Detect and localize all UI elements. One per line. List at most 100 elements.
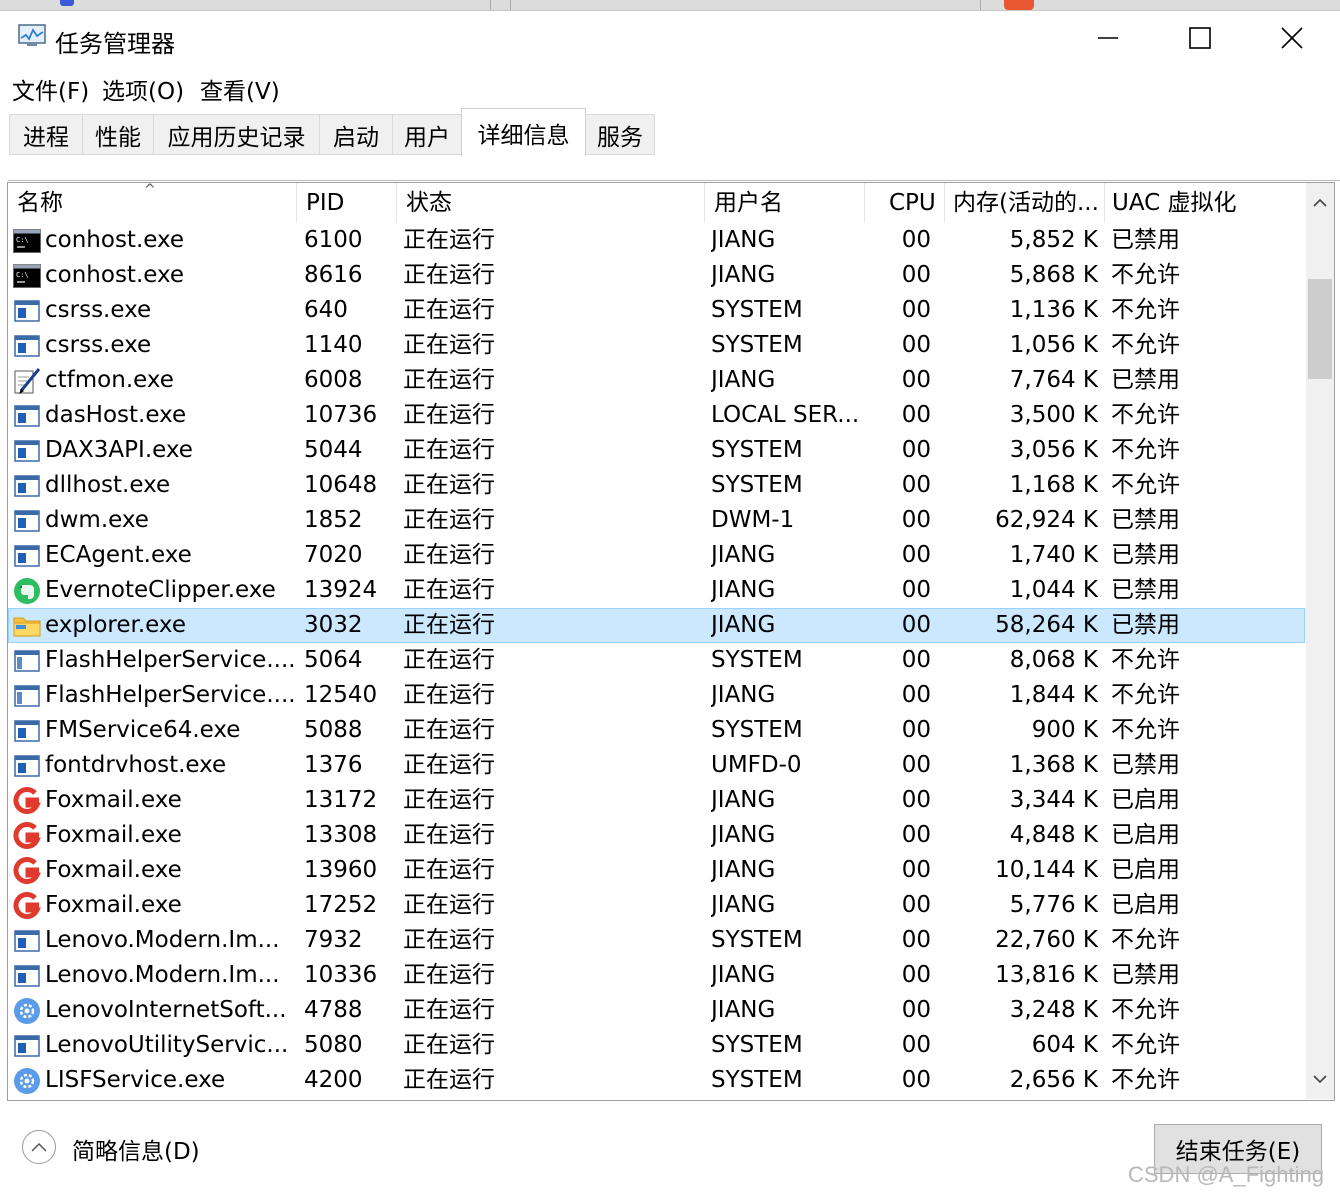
menu-file[interactable]: 文件(F) <box>12 72 89 106</box>
table-row[interactable]: FlashHelperService.... 12540 正在运行 JIANG 00 1,… <box>8 678 1305 713</box>
menu-options[interactable]: 选项(O) <box>102 72 184 106</box>
table-row[interactable]: Foxmail.exe 13960 正在运行 JIANG 00 10,144 K 已启用 <box>8 853 1305 888</box>
table-row[interactable]: C:\ conhost.exe 6100 正在运行 JIANG 00 5,852 K 已禁用 <box>8 223 1305 258</box>
table-row[interactable]: LenovoUtilityServic... 5080 正在运行 SYSTEM 00 60… <box>8 1028 1305 1063</box>
process-status: 正在运行 <box>403 402 495 428</box>
process-pid: 4788 <box>304 997 363 1023</box>
process-uac: 已启用 <box>1111 787 1180 813</box>
minimize-button[interactable] <box>1062 10 1154 66</box>
table-row[interactable]: csrss.exe 640 正在运行 SYSTEM 00 1,136 K 不允许 <box>8 293 1305 328</box>
process-username: JIANG <box>711 367 776 393</box>
table-row[interactable]: FlashHelperService.... 5064 正在运行 SYSTEM 00 8,… <box>8 643 1305 678</box>
scroll-up-button[interactable] <box>1306 183 1334 223</box>
console-icon: C:\ <box>12 261 42 290</box>
table-row[interactable]: FMService64.exe 5088 正在运行 SYSTEM 00 900 K 不允许 <box>8 713 1305 748</box>
process-uac: 不允许 <box>1111 647 1180 673</box>
foxmail-icon <box>12 891 42 920</box>
chevron-up-icon <box>31 1142 47 1152</box>
process-memory: 5,868 K <box>1009 262 1098 288</box>
scroll-down-button[interactable] <box>1306 1059 1334 1099</box>
process-pid: 640 <box>304 297 348 323</box>
tab-details[interactable]: 详细信息 <box>461 108 586 156</box>
table-row[interactable]: EvernoteClipper.exe 13924 正在运行 JIANG 00 1,044… <box>8 573 1305 608</box>
column-header-username[interactable]: 用户名 <box>705 183 865 223</box>
column-header-uac[interactable]: UAC 虚拟化 <box>1105 183 1305 223</box>
process-name: conhost.exe <box>45 262 185 288</box>
column-header-cpu[interactable]: CPU <box>865 183 945 223</box>
scrollbar-thumb[interactable] <box>1308 279 1332 379</box>
column-header-status[interactable]: 状态 <box>397 183 705 223</box>
table-row[interactable]: Foxmail.exe 17252 正在运行 JIANG 00 5,776 K 已启用 <box>8 888 1305 923</box>
process-status: 正在运行 <box>403 297 495 323</box>
tab-app-history[interactable]: 应用历史记录 <box>153 114 320 155</box>
menu-view[interactable]: 查看(V) <box>200 72 280 106</box>
details-table: 名称 ^ PID 状态 用户名 CPU 内存(活动的... UAC 虚拟化 C:… <box>7 182 1335 1101</box>
close-button[interactable] <box>1246 10 1338 66</box>
table-row[interactable]: explorer.exe 3032 正在运行 JIANG 00 58,264 K 已禁用 <box>8 608 1305 643</box>
process-username: UMFD-0 <box>711 752 802 778</box>
process-username: JIANG <box>711 997 776 1023</box>
process-username: SYSTEM <box>711 717 803 743</box>
table-row[interactable]: C:\ conhost.exe 8616 正在运行 JIANG 00 5,868 K 不允许 <box>8 258 1305 293</box>
column-header-memory[interactable]: 内存(活动的... <box>945 183 1105 223</box>
fewer-details-toggle[interactable] <box>22 1130 56 1164</box>
process-status: 正在运行 <box>403 787 495 813</box>
table-row[interactable]: fontdrvhost.exe 1376 正在运行 UMFD-0 00 1,368 K 已禁… <box>8 748 1305 783</box>
process-status: 正在运行 <box>403 997 495 1023</box>
background-tab-divider <box>490 0 491 10</box>
tab-services[interactable]: 服务 <box>585 114 655 155</box>
column-header-pid[interactable]: PID <box>297 183 397 223</box>
process-username: SYSTEM <box>711 1067 803 1093</box>
tab-startup[interactable]: 启动 <box>319 114 393 155</box>
process-pid: 1852 <box>304 507 363 533</box>
process-memory: 62,924 K <box>995 507 1098 533</box>
table-row[interactable]: ctfmon.exe 6008 正在运行 JIANG 00 7,764 K 已禁用 <box>8 363 1305 398</box>
table-row[interactable]: dllhost.exe 10648 正在运行 SYSTEM 00 1,168 K 不允许 <box>8 468 1305 503</box>
table-row[interactable]: dwm.exe 1852 正在运行 DWM-1 00 62,924 K 已禁用 <box>8 503 1305 538</box>
process-name: conhost.exe <box>45 227 185 253</box>
process-pid: 13308 <box>304 822 378 848</box>
table-row[interactable]: LenovoInternetSoft... 4788 正在运行 JIANG 00 3,24… <box>8 993 1305 1028</box>
blank-window-icon <box>12 681 42 710</box>
chevron-down-icon <box>1313 1075 1327 1084</box>
process-cpu: 00 <box>901 472 931 498</box>
process-cpu: 00 <box>901 542 931 568</box>
process-username: JIANG <box>711 857 776 883</box>
process-uac: 不允许 <box>1111 472 1180 498</box>
tab-strip: 进程 性能 应用历史记录 启动 用户 服务 详细信息 <box>0 106 1340 182</box>
table-row[interactable]: Foxmail.exe 13308 正在运行 JIANG 00 4,848 K 已启用 <box>8 818 1305 853</box>
process-status: 正在运行 <box>403 332 495 358</box>
table-row[interactable]: csrss.exe 1140 正在运行 SYSTEM 00 1,056 K 不允许 <box>8 328 1305 363</box>
fewer-details-link[interactable]: 简略信息(D) <box>72 1132 200 1166</box>
process-status: 正在运行 <box>403 542 495 568</box>
table-row[interactable]: Foxmail.exe 13172 正在运行 JIANG 00 3,344 K 已启用 <box>8 783 1305 818</box>
process-memory: 5,776 K <box>1009 892 1098 918</box>
column-header-name[interactable]: 名称 ^ <box>8 183 297 223</box>
background-tab-icon <box>60 0 74 6</box>
process-memory: 22,760 K <box>995 927 1098 953</box>
table-row[interactable]: LISFService.exe 4200 正在运行 SYSTEM 00 2,656 K 不允… <box>8 1063 1305 1098</box>
process-cpu: 00 <box>901 1032 931 1058</box>
process-status: 正在运行 <box>403 822 495 848</box>
table-row[interactable]: Lenovo.Modern.Im... 7932 正在运行 SYSTEM 00 22,76… <box>8 923 1305 958</box>
process-memory: 2,656 K <box>1009 1067 1098 1093</box>
process-uac: 不允许 <box>1111 332 1180 358</box>
maximize-button[interactable] <box>1154 10 1246 66</box>
table-row[interactable]: ECAgent.exe 7020 正在运行 JIANG 00 1,740 K 已禁用 <box>8 538 1305 573</box>
process-memory: 3,056 K <box>1009 437 1098 463</box>
table-row[interactable]: Lenovo.Modern.Im... 10336 正在运行 JIANG 00 13,81… <box>8 958 1305 993</box>
table-row[interactable]: dasHost.exe 10736 正在运行 LOCAL SER... 00 3,500 … <box>8 398 1305 433</box>
tab-processes[interactable]: 进程 <box>9 114 83 155</box>
tab-performance[interactable]: 性能 <box>82 114 154 155</box>
process-uac: 不允许 <box>1111 262 1180 288</box>
process-username: JIANG <box>711 262 776 288</box>
process-status: 正在运行 <box>403 857 495 883</box>
table-row[interactable]: DAX3API.exe 5044 正在运行 SYSTEM 00 3,056 K 不允许 <box>8 433 1305 468</box>
tab-users[interactable]: 用户 <box>392 114 462 155</box>
process-username: LOCAL SER... <box>711 402 860 428</box>
blank-window-icon <box>12 646 42 675</box>
vertical-scrollbar[interactable] <box>1306 183 1334 1099</box>
process-cpu: 00 <box>901 297 931 323</box>
process-username: DWM-1 <box>711 507 795 533</box>
process-cpu: 00 <box>901 367 931 393</box>
